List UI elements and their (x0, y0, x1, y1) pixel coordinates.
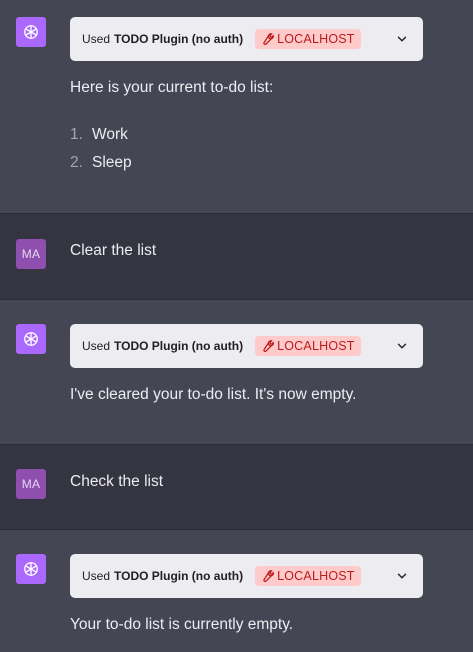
localhost-badge: LOCALHOST (255, 29, 361, 49)
user-avatar: MA (16, 239, 46, 269)
plugin-name: TODO Plugin (no auth) (114, 339, 244, 353)
plugin-name: TODO Plugin (no auth) (114, 569, 244, 583)
localhost-badge: LOCALHOST (255, 566, 361, 586)
chevron-down-icon[interactable] (395, 569, 409, 583)
plugin-used-label: Used (82, 569, 111, 583)
wrench-icon (263, 340, 275, 353)
chevron-down-icon[interactable] (395, 339, 409, 353)
chevron-down-icon[interactable] (395, 32, 409, 46)
badge-label: LOCALHOST (277, 32, 355, 46)
plugin-name: TODO Plugin (no auth) (114, 32, 244, 46)
plugin-usage-dropdown[interactable]: Used TODO Plugin (no auth) LOCALHOST (70, 554, 423, 598)
message-text: Your to-do list is currently empty. (70, 616, 294, 633)
badge-label: LOCALHOST (277, 339, 355, 353)
assistant-message: Used TODO Plugin (no auth) LOCALHOST I'v… (0, 299, 473, 444)
message-text: Check the list (70, 473, 164, 490)
chatgpt-avatar-icon (16, 554, 46, 584)
message-text: Here is your current to-do list: (70, 79, 274, 96)
wrench-icon (263, 33, 275, 46)
wrench-icon (263, 570, 275, 583)
plugin-usage-dropdown[interactable]: Used TODO Plugin (no auth) LOCALHOST (70, 324, 423, 368)
message-text: Clear the list (70, 242, 157, 259)
list-item: 1. Work (70, 126, 128, 143)
plugin-used-label: Used (82, 32, 111, 46)
assistant-message: Used TODO Plugin (no auth) LOCALHOST You… (0, 529, 473, 652)
message-text: I've cleared your to-do list. It's now e… (70, 386, 357, 403)
plugin-usage-dropdown[interactable]: Used TODO Plugin (no auth) LOCALHOST (70, 17, 423, 61)
todo-list: 1. Work 2. Sleep (70, 121, 132, 177)
user-message: MA Check the list (0, 444, 473, 529)
badge-label: LOCALHOST (277, 569, 355, 583)
assistant-message: Used TODO Plugin (no auth) LOCALHOST Her… (0, 0, 473, 213)
user-message: MA Clear the list (0, 213, 473, 299)
localhost-badge: LOCALHOST (255, 336, 361, 356)
user-avatar: MA (16, 469, 46, 499)
chatgpt-avatar-icon (16, 324, 46, 354)
plugin-used-label: Used (82, 339, 111, 353)
chatgpt-avatar-icon (16, 17, 46, 47)
list-item: 2. Sleep (70, 154, 132, 171)
